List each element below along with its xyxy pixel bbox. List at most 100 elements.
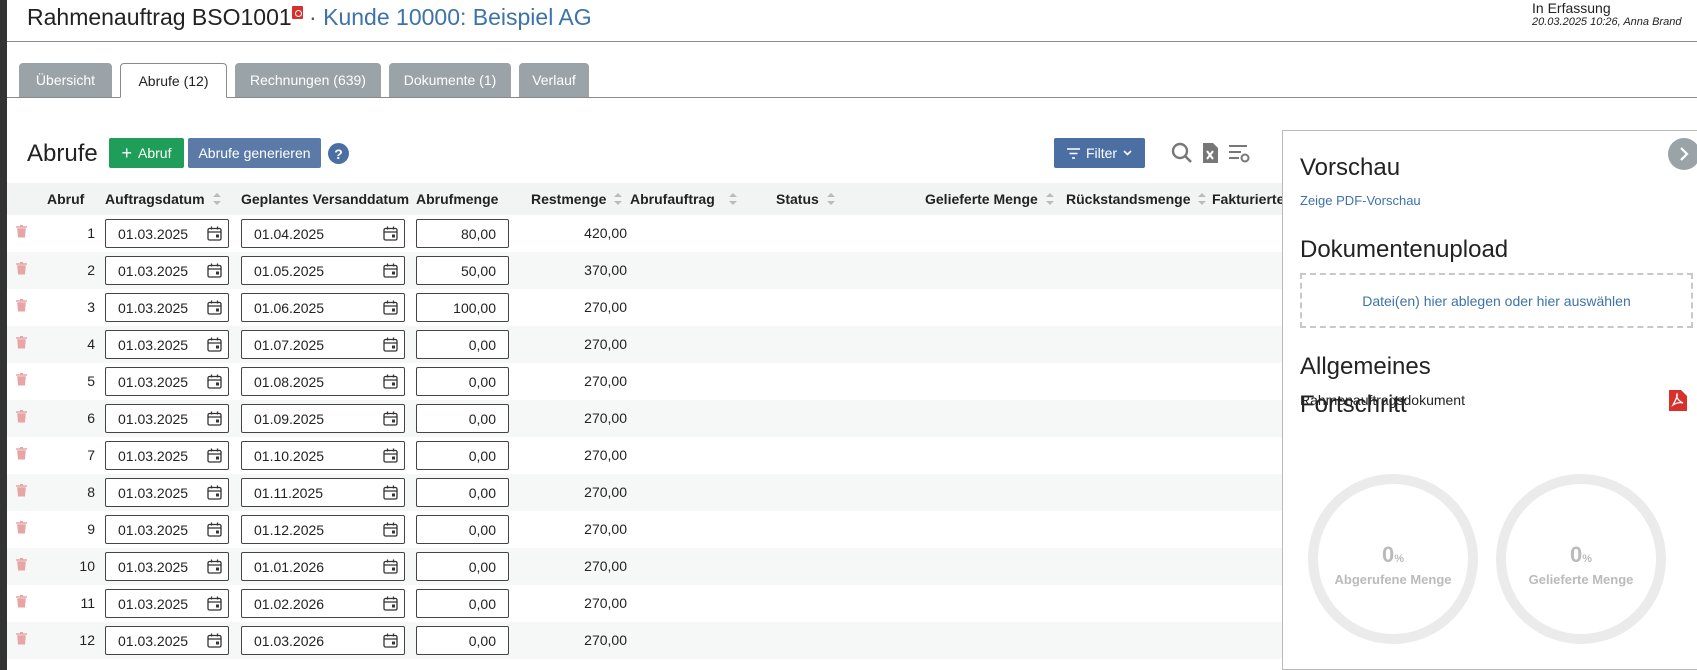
add-abruf-button[interactable]: + Abruf xyxy=(109,138,184,168)
versanddatum-input[interactable]: 01.04.2025 xyxy=(241,219,405,248)
versanddatum-input[interactable]: 01.05.2025 xyxy=(241,256,405,285)
abrufmenge-input[interactable]: 100,00 xyxy=(416,293,509,322)
col-versanddatum[interactable]: Geplantes Versanddatum xyxy=(241,183,409,215)
calendar-icon[interactable] xyxy=(383,522,398,537)
versanddatum-input[interactable]: 01.06.2025 xyxy=(241,293,405,322)
trash-icon[interactable] xyxy=(16,632,27,645)
calendar-icon[interactable] xyxy=(207,448,222,463)
trash-icon[interactable] xyxy=(16,410,27,423)
trash-icon[interactable] xyxy=(16,225,27,238)
auftragsdatum-input[interactable]: 01.03.2025 xyxy=(105,478,229,507)
auftragsdatum-input[interactable]: 01.03.2025 xyxy=(105,367,229,396)
generate-abrufe-button[interactable]: Abrufe generieren xyxy=(188,138,321,168)
calendar-icon[interactable] xyxy=(207,411,222,426)
collapse-panel-button[interactable] xyxy=(1668,138,1697,170)
versanddatum-input[interactable]: 01.12.2025 xyxy=(241,515,405,544)
abrufmenge-input[interactable]: 0,00 xyxy=(416,589,509,618)
pdf-icon[interactable] xyxy=(1669,390,1687,411)
calendar-icon[interactable] xyxy=(383,559,398,574)
abrufmenge-input[interactable]: 0,00 xyxy=(416,626,509,655)
excel-export-icon[interactable] xyxy=(1198,141,1222,165)
calendar-icon[interactable] xyxy=(207,485,222,500)
calendar-icon[interactable] xyxy=(207,337,222,352)
auftragsdatum-input[interactable]: 01.03.2025 xyxy=(105,256,229,285)
versanddatum-input[interactable]: 01.10.2025 xyxy=(241,441,405,470)
trash-icon[interactable] xyxy=(16,447,27,460)
column-settings-icon[interactable] xyxy=(1227,141,1251,165)
calendar-icon[interactable] xyxy=(207,374,222,389)
tab-dokumente[interactable]: Dokumente (1) xyxy=(389,63,511,97)
trash-icon[interactable] xyxy=(16,336,27,349)
calendar-icon[interactable] xyxy=(207,226,222,241)
trash-icon[interactable] xyxy=(16,373,27,386)
auftragsdatum-input[interactable]: 01.03.2025 xyxy=(105,589,229,618)
versanddatum-input[interactable]: 01.03.2026 xyxy=(241,626,405,655)
trash-icon[interactable] xyxy=(16,595,27,608)
col-abruf[interactable]: Abruf xyxy=(47,183,84,215)
abrufmenge-input[interactable]: 0,00 xyxy=(416,441,509,470)
auftragsdatum-input[interactable]: 01.03.2025 xyxy=(105,330,229,359)
abrufmenge-input[interactable]: 0,00 xyxy=(416,330,509,359)
col-restmenge[interactable]: Restmenge xyxy=(531,183,623,215)
abrufmenge-input[interactable]: 50,00 xyxy=(416,256,509,285)
auftragsdatum-input[interactable]: 01.03.2025 xyxy=(105,293,229,322)
abrufmenge-input[interactable]: 80,00 xyxy=(416,219,509,248)
auftragsdatum-input[interactable]: 01.03.2025 xyxy=(105,404,229,433)
auftragsdatum-input[interactable]: 01.03.2025 xyxy=(105,515,229,544)
trash-icon[interactable] xyxy=(16,484,27,497)
versanddatum-input[interactable]: 01.08.2025 xyxy=(241,367,405,396)
calendar-icon[interactable] xyxy=(207,559,222,574)
calendar-icon[interactable] xyxy=(207,633,222,648)
pdf-icon[interactable] xyxy=(291,6,303,19)
auftragsdatum-input[interactable]: 01.03.2025 xyxy=(105,441,229,470)
calendar-icon[interactable] xyxy=(383,485,398,500)
customer-link[interactable]: Kunde 10000: Beispiel AG xyxy=(323,4,592,30)
calendar-icon[interactable] xyxy=(207,263,222,278)
col-auftragsdatum[interactable]: Auftragsdatum xyxy=(105,183,221,215)
abrufmenge-input[interactable]: 0,00 xyxy=(416,478,509,507)
calendar-icon[interactable] xyxy=(383,300,398,315)
calendar-icon[interactable] xyxy=(383,337,398,352)
tab-rechnungen[interactable]: Rechnungen (639) xyxy=(235,63,381,97)
calendar-icon[interactable] xyxy=(207,522,222,537)
abrufmenge-input[interactable]: 0,00 xyxy=(416,404,509,433)
calendar-icon[interactable] xyxy=(207,596,222,611)
calendar-icon[interactable] xyxy=(383,596,398,611)
abrufmenge-input[interactable]: 0,00 xyxy=(416,552,509,581)
search-icon[interactable] xyxy=(1170,141,1194,165)
calendar-icon[interactable] xyxy=(383,263,398,278)
trash-icon[interactable] xyxy=(16,262,27,275)
upload-dropzone[interactable]: Datei(en) hier ablegen oder hier auswähl… xyxy=(1300,273,1693,328)
tab-abrufe[interactable]: Abrufe (12) xyxy=(120,63,227,98)
auftragsdatum-input[interactable]: 01.03.2025 xyxy=(105,552,229,581)
col-gelieferte-menge[interactable]: Gelieferte Menge xyxy=(925,183,1054,215)
versanddatum-input[interactable]: 01.07.2025 xyxy=(241,330,405,359)
tab-uebersicht[interactable]: Übersicht xyxy=(19,63,112,97)
trash-icon[interactable] xyxy=(16,299,27,312)
versanddatum-input[interactable]: 01.09.2025 xyxy=(241,404,405,433)
auftragsdatum-input[interactable]: 01.03.2025 xyxy=(105,219,229,248)
col-abrufmenge[interactable]: Abrufmenge xyxy=(416,183,498,215)
calendar-icon[interactable] xyxy=(207,300,222,315)
pdf-preview-link[interactable]: Zeige PDF-Vorschau xyxy=(1300,193,1421,208)
abrufmenge-input[interactable]: 0,00 xyxy=(416,367,509,396)
col-abrufauftrag[interactable]: Abrufauftrag xyxy=(630,183,737,215)
calendar-icon[interactable] xyxy=(383,226,398,241)
versanddatum-input[interactable]: 01.02.2026 xyxy=(241,589,405,618)
calendar-icon[interactable] xyxy=(383,374,398,389)
filter-button[interactable]: Filter xyxy=(1054,138,1145,168)
calendar-icon[interactable] xyxy=(383,448,398,463)
trash-icon[interactable] xyxy=(16,558,27,571)
trash-icon[interactable] xyxy=(16,521,27,534)
help-icon[interactable]: ? xyxy=(328,143,349,164)
versanddatum-input[interactable]: 01.01.2026 xyxy=(241,552,405,581)
auftragsdatum-input[interactable]: 01.03.2025 xyxy=(105,626,229,655)
calendar-icon[interactable] xyxy=(383,411,398,426)
abrufmenge-input[interactable]: 0,00 xyxy=(416,515,509,544)
calendar-icon[interactable] xyxy=(383,633,398,648)
col-fakturierte[interactable]: Fakturierte xyxy=(1212,183,1284,215)
tab-verlauf[interactable]: Verlauf xyxy=(519,63,589,97)
col-status[interactable]: Status xyxy=(776,183,835,215)
col-rueckstandsmenge[interactable]: Rückstandsmenge xyxy=(1066,183,1207,215)
versanddatum-input[interactable]: 01.11.2025 xyxy=(241,478,405,507)
